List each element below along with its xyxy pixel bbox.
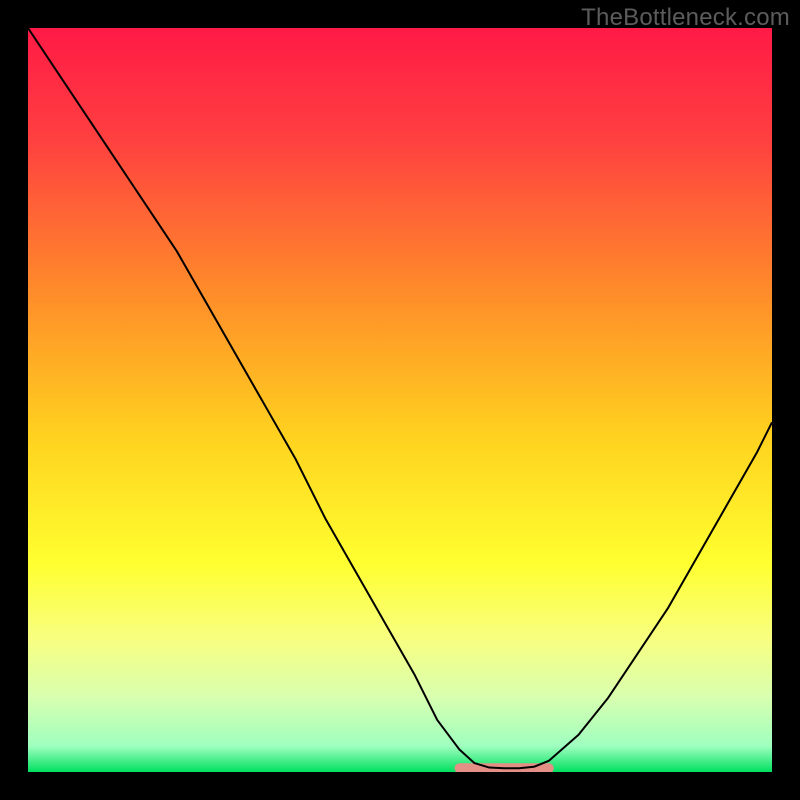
watermark-text: TheBottleneck.com <box>581 4 790 32</box>
chart-background <box>28 28 772 772</box>
plot-area <box>28 28 772 772</box>
bottleneck-chart <box>28 28 772 772</box>
chart-frame: TheBottleneck.com <box>0 0 800 800</box>
